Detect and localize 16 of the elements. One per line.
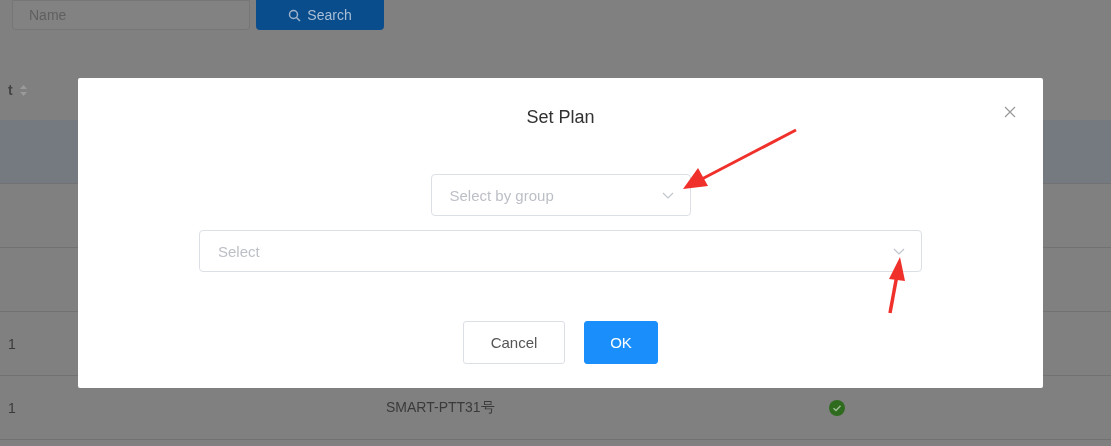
cancel-button[interactable]: Cancel [463, 321, 565, 364]
plan-select[interactable]: Select [199, 230, 922, 272]
search-button[interactable]: Search [256, 0, 384, 30]
search-icon [288, 8, 302, 22]
table-cell: 1 [8, 399, 16, 416]
ok-button[interactable]: OK [584, 321, 658, 364]
annotation-arrow [888, 257, 905, 314]
chevron-down-icon [893, 247, 905, 255]
sort-icon[interactable] [18, 83, 28, 97]
table-cell: 1 [8, 335, 16, 352]
close-icon[interactable] [1004, 106, 1016, 118]
group-select[interactable]: Select by group [430, 174, 691, 216]
column-header[interactable]: t [8, 82, 13, 98]
dialog-title: Set Plan [526, 106, 595, 129]
chevron-down-icon [661, 191, 674, 199]
table-cell: SMART-PTT31号 [386, 398, 495, 417]
